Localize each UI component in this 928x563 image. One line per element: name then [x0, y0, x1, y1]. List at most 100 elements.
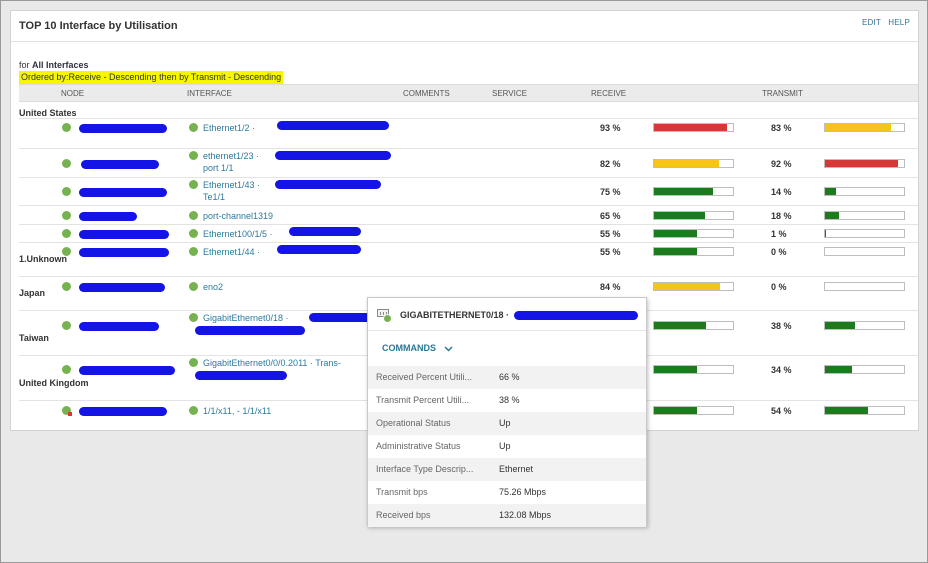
group-united-states: United States — [19, 108, 77, 118]
widget-title: TOP 10 Interface by Utilisation — [19, 20, 178, 32]
interface-status-icon — [189, 406, 198, 415]
redacted-text — [79, 188, 167, 197]
redacted-text — [275, 180, 381, 189]
detail-label: Received Percent Utili... — [376, 372, 473, 382]
interface-status-icon — [189, 313, 198, 322]
filter-description: for All Interfaces — [19, 60, 89, 70]
receive-bar-fill — [654, 230, 698, 237]
detail-label: Received bps — [376, 510, 431, 520]
transmit-bar-fill — [825, 407, 868, 414]
node-status-icon — [62, 159, 71, 168]
interface-link[interactable]: eno2 — [203, 281, 398, 293]
title-divider — [11, 41, 918, 42]
transmit-percent: 0 % — [771, 282, 787, 292]
receive-bar-fill — [654, 212, 706, 219]
receive-percent: 84 % — [600, 282, 621, 292]
col-comments[interactable]: COMMENTS — [403, 89, 450, 98]
interface-status-icon — [189, 151, 198, 160]
receive-percent: 93 % — [600, 123, 621, 133]
transmit-utilisation-bar — [824, 229, 905, 238]
node-status-icon — [62, 187, 71, 196]
help-link[interactable]: HELP — [888, 18, 910, 27]
col-interface[interactable]: INTERFACE — [187, 89, 232, 98]
redacted-text — [79, 248, 169, 257]
transmit-percent: 54 % — [771, 406, 792, 416]
chevron-down-icon — [443, 346, 453, 352]
receive-percent: 82 % — [600, 159, 621, 169]
receive-utilisation-bar — [653, 282, 734, 291]
interface-name: port-channel1319 — [203, 211, 274, 221]
tooltip-detail-row: Interface Type Descrip... Ethernet — [368, 458, 646, 481]
receive-percent: 65 % — [600, 211, 621, 221]
transmit-percent: 0 % — [771, 247, 787, 257]
table-row[interactable]: eno2 84 % 0 % — [19, 276, 918, 295]
interface-status-icon — [189, 247, 198, 256]
tooltip-header: GIGABITETHERNET0/18 · — [368, 298, 646, 334]
interface-name: eno2 — [203, 282, 224, 292]
transmit-percent: 34 % — [771, 365, 792, 375]
table-row[interactable]: Ethernet1/44 · 55 % 0 % — [19, 242, 918, 259]
receive-bar-fill — [654, 160, 719, 167]
widget-links: EDIT HELP — [857, 18, 910, 27]
tooltip-divider — [368, 330, 646, 331]
edit-link[interactable]: EDIT — [862, 18, 881, 27]
transmit-percent: 1 % — [771, 229, 787, 239]
transmit-percent: 14 % — [771, 187, 792, 197]
redacted-text — [81, 160, 159, 169]
receive-bar-fill — [654, 124, 728, 131]
transmit-utilisation-bar — [824, 282, 905, 291]
transmit-percent: 38 % — [771, 321, 792, 331]
redacted-text — [79, 407, 167, 416]
transmit-utilisation-bar — [824, 321, 905, 330]
detail-label: Transmit Percent Utili... — [376, 395, 470, 405]
receive-utilisation-bar — [653, 406, 734, 415]
tooltip-detail-row: Received bps 132.08 Mbps — [368, 504, 646, 527]
transmit-utilisation-bar — [824, 406, 905, 415]
table-row[interactable]: port-channel1319 65 % 18 % — [19, 205, 918, 224]
receive-bar-fill — [654, 283, 721, 290]
transmit-utilisation-bar — [824, 159, 905, 168]
table-header: NODE INTERFACE COMMENTS SERVICE RECEIVE … — [19, 84, 918, 102]
table-row[interactable]: Ethernet1/43 · Te1/1 75 % 14 % — [19, 177, 918, 205]
receive-bar-fill — [654, 407, 698, 414]
redacted-text — [79, 283, 165, 292]
receive-bar-fill — [654, 322, 707, 329]
interface-status-icon — [189, 180, 198, 189]
tooltip-detail-row: Received Percent Utili... 66 % — [368, 366, 646, 389]
transmit-bar-fill — [825, 160, 898, 167]
col-node[interactable]: NODE — [61, 89, 84, 98]
transmit-bar-fill — [825, 366, 852, 373]
receive-bar-fill — [654, 248, 698, 255]
transmit-bar-fill — [825, 322, 856, 329]
redacted-text — [79, 124, 167, 133]
detail-label: Administrative Status — [376, 441, 461, 451]
col-transmit[interactable]: TRANSMIT — [762, 89, 803, 98]
node-status-icon — [62, 211, 71, 220]
detail-label: Operational Status — [376, 418, 451, 428]
detail-label: Transmit bps — [376, 487, 428, 497]
transmit-utilisation-bar — [824, 211, 905, 220]
receive-utilisation-bar — [653, 365, 734, 374]
node-status-icon — [62, 406, 72, 416]
detail-value: Up — [499, 418, 511, 428]
filter-value: All Interfaces — [32, 60, 89, 70]
interface-link[interactable]: port-channel1319 — [203, 210, 398, 222]
node-status-icon — [62, 321, 71, 330]
table-row[interactable]: Ethernet1/2 · 93 % 83 % — [19, 118, 918, 136]
commands-menu[interactable]: COMMANDS — [382, 343, 453, 353]
node-status-icon — [62, 229, 71, 238]
detail-value: Up — [499, 441, 511, 451]
col-receive[interactable]: RECEIVE — [591, 89, 626, 98]
transmit-utilisation-bar — [824, 123, 905, 132]
table-row[interactable]: Ethernet100/1/5 · 55 % 1 % — [19, 224, 918, 242]
transmit-percent: 18 % — [771, 211, 792, 221]
table-row[interactable]: ethernet1/23 · port 1/1 82 % 92 % — [19, 148, 918, 177]
receive-percent: 55 % — [600, 229, 621, 239]
detail-value: 38 % — [499, 395, 520, 405]
detail-value: 66 % — [499, 372, 520, 382]
sort-description: Ordered by:Receive - Descending then by … — [19, 71, 284, 85]
redacted-text — [195, 326, 305, 335]
detail-value: 75.26 Mbps — [499, 487, 547, 497]
detail-value: 132.08 Mbps — [499, 510, 552, 520]
col-service[interactable]: SERVICE — [492, 89, 527, 98]
